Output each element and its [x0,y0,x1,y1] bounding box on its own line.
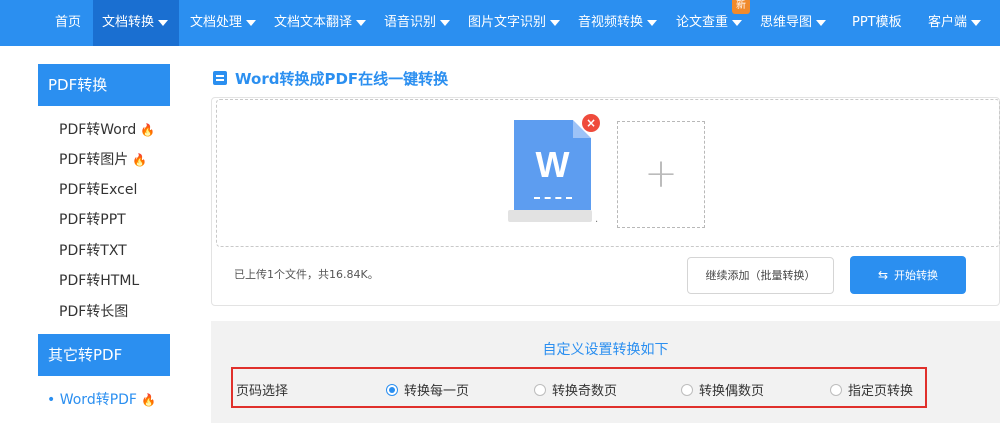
sidebar-item-word-to-pdf[interactable]: • Word转PDF 🔥 [47,390,156,410]
sidebar-item-pdf-to-html[interactable]: PDF转HTML [59,271,139,291]
sidebar-section-pdf-convert: PDF转换 [38,64,170,106]
file-type-letter: W [535,144,570,185]
settings-title: 自定义设置转换如下 [542,342,669,358]
file-name [508,210,592,222]
nav-item-translate[interactable]: 文档文本翻译 [274,0,367,46]
chevron-down-icon [550,19,561,26]
sidebar-item-label: PDF转图片 [59,152,129,168]
radio-every-page[interactable]: 转换每一页 [386,380,469,399]
nav-item-document-convert[interactable]: 文档转换 [93,0,179,46]
add-file-button[interactable]: + [617,121,705,228]
drop-zone[interactable] [216,99,1000,247]
remove-file-button[interactable]: × [582,114,600,132]
radio-specified-pages[interactable]: 指定页转换 [830,380,913,399]
nav-item-label: 论文查重 [676,15,729,30]
nav-item-label: 文档处理 [190,15,243,30]
document-icon [213,71,227,85]
flame-icon: 🔥 [140,123,156,137]
radio-odd-pages[interactable]: 转换奇数页 [534,380,617,399]
continue-add-button[interactable]: 继续添加（批量转换） [687,257,834,294]
chevron-down-icon [158,19,169,26]
sidebar-item-pdf-to-txt[interactable]: PDF转TXT [59,241,127,261]
chevron-down-icon [356,19,367,26]
chevron-down-icon [440,19,451,26]
radio-label: 转换奇数页 [552,384,618,399]
nav-item-av-convert[interactable]: 音视频转换 [578,0,658,46]
top-nav: 首页 文档转换 文档处理 文档文本翻译 语音识别 图片文字识别 音视频转换 论文… [0,0,1000,46]
sidebar-item-label: PDF转长图 [59,304,129,320]
upload-status: 已上传1个文件，共16.84K。 [234,268,379,281]
nav-item-ppt-templates[interactable]: PPT模板 [852,0,902,46]
page-title: Word转换成PDF在线一键转换 [235,69,449,88]
nav-item-ocr[interactable]: 图片文字识别 [468,0,561,46]
bullet-icon: • [47,392,56,408]
nav-item-label: 音视频转换 [578,15,644,30]
sidebar-item-label: PDF转Word [59,122,137,138]
chevron-down-icon [732,19,743,26]
sidebar-section-other-to-pdf: 其它转PDF [38,334,170,376]
uploaded-file[interactable]: W [514,120,592,212]
nav-item-document-process[interactable]: 文档处理 [190,0,257,46]
flame-icon: 🔥 [140,393,156,407]
file-lines [534,197,572,199]
sidebar-item-label: PDF转Excel [59,182,138,198]
radio-label: 转换偶数页 [699,384,765,399]
nav-item-label: 思维导图 [760,15,813,30]
nav-item-label: 语音识别 [384,15,437,30]
plus-icon: + [644,151,678,197]
sidebar-item-label: PDF转TXT [59,243,127,259]
nav-item-client[interactable]: 客户端 [928,0,982,46]
nav-item-mindmap[interactable]: 思维导图 [760,0,827,46]
radio-label: 转换每一页 [404,384,470,399]
page-select-label: 页码选择 [236,384,289,399]
nav-item-label: 客户端 [928,15,968,30]
sidebar-item-label: PDF转PPT [59,212,126,228]
word-file-icon: W [514,120,591,210]
start-convert-label: 开始转换 [894,269,939,282]
nav-item-label: 图片文字识别 [468,15,547,30]
radio-button[interactable] [534,383,546,396]
chevron-down-icon [246,19,257,26]
sidebar-item-label: PDF转HTML [59,273,140,289]
radio-label: 指定页转换 [848,384,914,399]
sidebar-item-pdf-to-image[interactable]: PDF转图片 🔥 [59,150,147,170]
file-name-dot: . [595,214,599,225]
sidebar-item-pdf-to-excel[interactable]: PDF转Excel [59,180,137,200]
nav-item-label: 文档文本翻译 [274,15,353,30]
radio-button[interactable] [830,383,842,396]
page-title-row: Word转换成PDF在线一键转换 [213,68,448,88]
sidebar-item-pdf-to-word[interactable]: PDF转Word 🔥 [59,120,155,140]
nav-item-speech[interactable]: 语音识别 [384,0,451,46]
sidebar-item-pdf-to-long-image[interactable]: PDF转长图 [59,302,128,322]
nav-item-label: PPT模板 [852,15,902,30]
flame-icon: 🔥 [132,153,148,167]
radio-button[interactable] [681,383,693,396]
sidebar-item-label: Word转PDF [59,392,137,408]
radio-button-selected[interactable] [386,383,398,396]
chevron-down-icon [971,19,982,26]
sidebar-item-pdf-to-ppt[interactable]: PDF转PPT [59,210,126,230]
radio-even-pages[interactable]: 转换偶数页 [681,380,764,399]
start-convert-button[interactable]: ⇆ 开始转换 [850,256,966,294]
swap-icon: ⇆ [877,268,889,282]
nav-item-home[interactable]: 首页 [55,0,85,46]
new-badge: 新 [732,0,750,14]
nav-item-label: 文档转换 [102,15,155,30]
chevron-down-icon [647,19,658,26]
nav-item-label: 首页 [55,15,82,30]
chevron-down-icon [816,19,827,26]
